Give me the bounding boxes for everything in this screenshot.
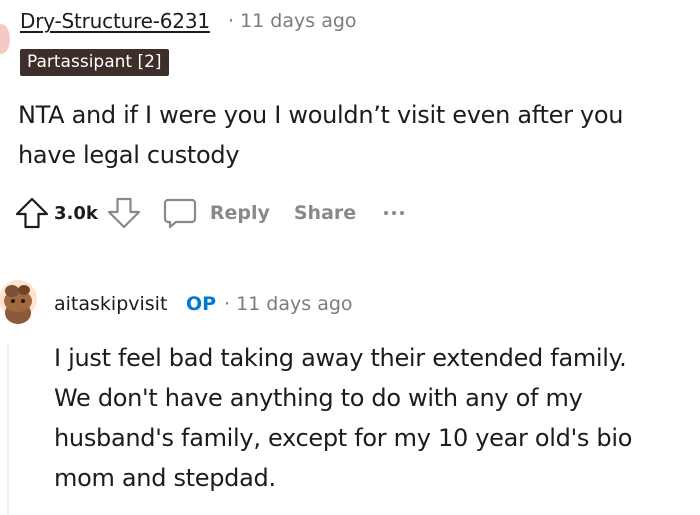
downvote-arrow-icon (107, 197, 140, 229)
comment-body-line: husband's family, except for my 10 year … (54, 424, 633, 452)
comment-body-line: We don't have anything to do with any of… (54, 384, 583, 412)
comment-meta: · 11 days ago (228, 10, 357, 32)
thread-collapse-line[interactable] (7, 345, 9, 515)
reply-button[interactable]: Reply (162, 196, 270, 230)
comment-timestamp[interactable]: 11 days ago (240, 10, 356, 32)
more-options-button[interactable] (384, 203, 405, 223)
comment-meta: · 11 days ago (224, 293, 353, 315)
horizontal-ellipsis-icon (384, 211, 389, 215)
share-button[interactable]: Share (294, 202, 356, 224)
comment-body: NTA and if I were you I wouldn’t visit e… (18, 101, 624, 169)
ellipsis-dot (400, 211, 405, 215)
comment-author-link[interactable]: aitaskipvisit (54, 293, 167, 315)
downvote-button[interactable] (106, 196, 142, 230)
comment-timestamp[interactable]: 11 days ago (236, 293, 352, 315)
upvote-button[interactable] (14, 196, 50, 230)
reply-label: Reply (209, 202, 270, 224)
meta-separator: · (224, 293, 231, 315)
upvote-arrow-icon (15, 197, 49, 229)
snoo-avatar-icon[interactable] (0, 279, 38, 331)
comment-body-line: mom and stepdad. (54, 464, 276, 492)
vote-count: 3.0k (54, 202, 98, 224)
meta-separator: · (228, 10, 235, 32)
speech-bubble-icon (163, 198, 196, 229)
op-badge: OP (186, 293, 217, 315)
user-flair-badge: Partassipant [2] (20, 49, 169, 76)
comment-body: I just feel bad taking away their extend… (54, 338, 694, 498)
comment-action-bar: 3.0k Reply Share (14, 193, 405, 233)
avatar[interactable] (0, 24, 10, 54)
comment-body-line: I just feel bad taking away their extend… (54, 344, 627, 372)
ellipsis-dot (392, 211, 397, 215)
comment-author-link[interactable]: Dry-Structure-6231 (20, 9, 210, 33)
